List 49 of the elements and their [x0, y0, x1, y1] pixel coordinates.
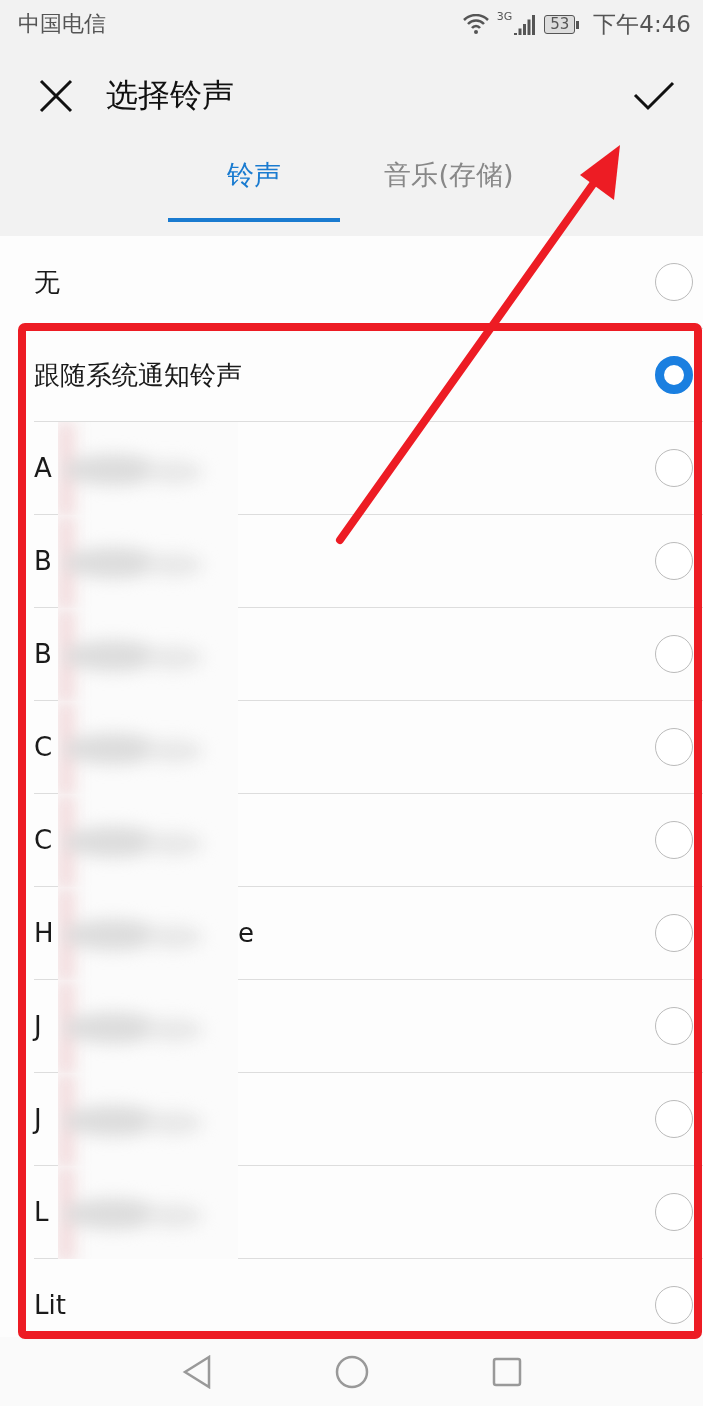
ringtone-item[interactable]: L	[34, 1166, 703, 1259]
ringtone-item[interactable]: B	[34, 515, 703, 608]
network-type: 3G	[496, 10, 513, 23]
signal-icon	[514, 13, 537, 35]
ringtone-name: C	[34, 732, 53, 762]
radio-button[interactable]	[655, 1007, 693, 1045]
radio-button[interactable]	[655, 1100, 693, 1138]
clock: 下午4:46	[593, 9, 691, 39]
ringtone-name: C	[34, 825, 53, 855]
radio-button[interactable]	[655, 635, 693, 673]
ringtone-name: Lit	[34, 1290, 66, 1320]
ringtone-name: B	[34, 546, 52, 576]
ringtone-item[interactable]: A	[34, 422, 703, 515]
home-icon[interactable]	[334, 1354, 369, 1389]
ringtone-name: 无	[34, 265, 60, 299]
recents-icon[interactable]	[491, 1356, 522, 1387]
ringtone-name: A	[34, 453, 52, 483]
window-title: 选择铃声	[106, 75, 235, 116]
ringtone-name: 跟随系统通知铃声	[34, 358, 242, 392]
ringtone-name: J	[34, 1104, 42, 1134]
ringtone-item[interactable]: H e	[34, 887, 703, 980]
radio-button[interactable]	[655, 1286, 693, 1324]
ringtone-item[interactable]: J	[34, 980, 703, 1073]
ringtone-item[interactable]: J	[34, 1073, 703, 1166]
ringtone-name: L	[34, 1197, 49, 1227]
ringtone-item[interactable]: C	[34, 701, 703, 794]
ringtone-name: J	[34, 1011, 42, 1041]
radio-button[interactable]	[655, 1193, 693, 1231]
ringtone-name: H	[34, 918, 54, 948]
confirm-check-icon[interactable]	[633, 81, 675, 111]
radio-button[interactable]	[655, 542, 693, 580]
wifi-icon	[462, 14, 489, 34]
radio-button[interactable]	[655, 263, 693, 301]
radio-button[interactable]	[655, 728, 693, 766]
tab[interactable]: 铃声	[168, 144, 340, 222]
radio-button[interactable]	[655, 821, 693, 859]
battery-level: 53	[544, 14, 576, 34]
ringtone-item[interactable]: B	[34, 608, 703, 701]
ringtone-item[interactable]: C	[34, 794, 703, 887]
ringtone-name-end: e	[238, 918, 254, 948]
ringtone-name: B	[34, 639, 52, 669]
ringtone-item[interactable]: 跟随系统通知铃声	[34, 329, 703, 422]
close-icon[interactable]	[38, 78, 74, 114]
radio-button[interactable]	[655, 449, 693, 487]
radio-button[interactable]	[655, 356, 693, 394]
radio-button[interactable]	[655, 914, 693, 952]
carrier-name: 中国电信	[18, 10, 106, 38]
ringtone-item[interactable]: 无	[34, 236, 703, 329]
back-icon[interactable]	[181, 1354, 212, 1389]
